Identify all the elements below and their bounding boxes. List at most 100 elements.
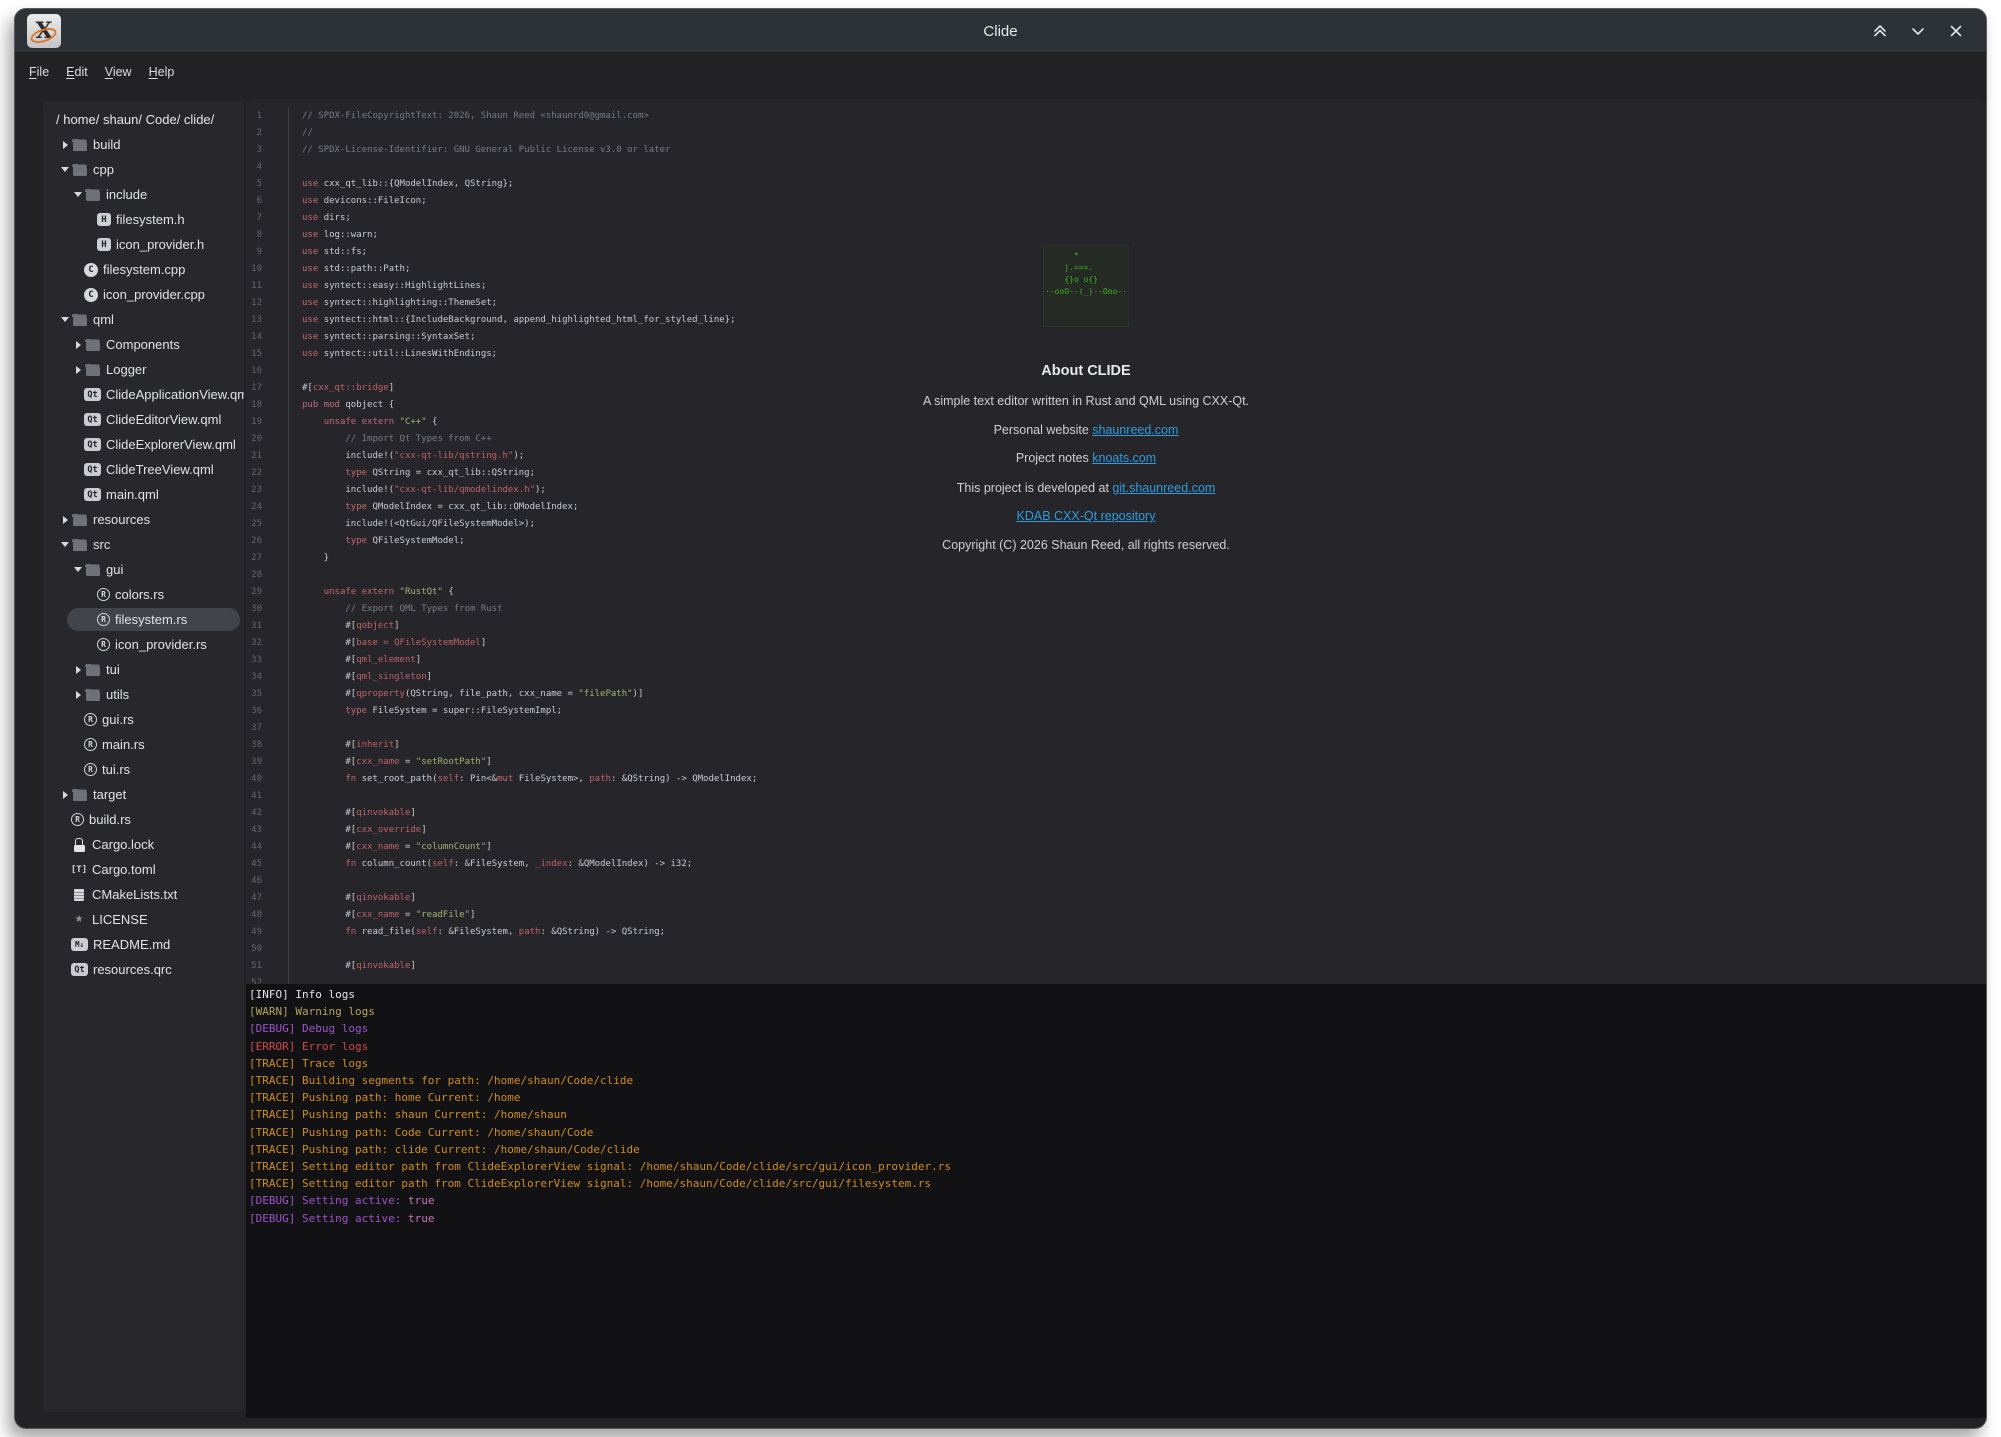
chevron-down-icon[interactable]: [58, 317, 72, 322]
tree-item-tui.rs[interactable]: Rtui.rs: [43, 757, 244, 782]
code-text: use dirs;: [288, 209, 351, 226]
chevron-right-icon[interactable]: [58, 791, 72, 799]
code-text: // Export QML Types from Rust: [288, 600, 503, 617]
code-text: use std::fs;: [288, 243, 367, 260]
line-number: 37: [246, 723, 262, 733]
chevron-double-up-icon[interactable]: [1868, 19, 1892, 43]
tree-item-tui[interactable]: tui: [43, 657, 244, 682]
tree-item-label: filesystem.cpp: [103, 262, 185, 277]
code-line-51: 51 #[qinvokable]: [246, 957, 1986, 974]
code-text: type QString = cxx_qt_lib::QString;: [288, 464, 535, 481]
tree-item-label: filesystem.rs: [115, 612, 187, 627]
code-text: type FileSystem = super::FileSystemImpl;: [288, 702, 562, 719]
tree-item-LICENSE[interactable]: ★LICENSE: [43, 907, 244, 932]
tree-item-build[interactable]: build: [43, 132, 244, 157]
line-number: 8: [246, 230, 262, 240]
line-number: 46: [246, 876, 262, 886]
about-link[interactable]: shaunreed.com: [1092, 423, 1178, 437]
chevron-right-icon[interactable]: [71, 666, 85, 674]
tree-item-src[interactable]: src: [43, 532, 244, 557]
tree-item-qml[interactable]: qml: [43, 307, 244, 332]
folder-icon: [85, 337, 101, 352]
window-controls: [1868, 9, 1968, 53]
menu-item-help[interactable]: Help: [141, 61, 183, 83]
chevron-right-icon[interactable]: [71, 341, 85, 349]
rust-badge-icon: R: [84, 763, 97, 776]
code-line-48: 48 #[cxx_name = "readFile"]: [246, 906, 1986, 923]
chevron-down-icon[interactable]: [1906, 19, 1930, 43]
about-row: Project notes knoats.com: [831, 451, 1341, 465]
code-text: #[cxx_qt::bridge]: [288, 379, 394, 396]
chevron-right-icon[interactable]: [58, 141, 72, 149]
code-text: unsafe extern "RustQt" {: [288, 583, 454, 600]
about-link[interactable]: knoats.com: [1092, 451, 1156, 465]
code-text: use syntect::html::{IncludeBackground, a…: [288, 311, 736, 328]
qt-badge-icon: Qt: [84, 413, 101, 426]
tree-item-Cargo.toml[interactable]: [T]Cargo.toml: [43, 857, 244, 882]
about-link[interactable]: KDAB CXX-Qt repository: [1017, 509, 1156, 523]
menu-item-file[interactable]: File: [21, 61, 57, 83]
tree-item-gui[interactable]: gui: [43, 557, 244, 582]
chevron-right-icon[interactable]: [71, 366, 85, 374]
chevron-down-icon[interactable]: [71, 192, 85, 197]
chevron-down-icon[interactable]: [58, 167, 72, 172]
menu-item-edit[interactable]: Edit: [58, 61, 96, 83]
tree-item-colors.rs[interactable]: Rcolors.rs: [43, 582, 244, 607]
qt-badge-icon: Qt: [84, 463, 101, 476]
line-number: 48: [246, 910, 262, 920]
chevron-right-icon[interactable]: [58, 516, 72, 524]
tree-item-label: tui: [106, 662, 120, 677]
tree-item-resources.qrc[interactable]: Qtresources.qrc: [43, 957, 244, 982]
code-text: unsafe extern "C++" {: [288, 413, 437, 430]
code-text: [288, 787, 302, 804]
code-text: type QModelIndex = cxx_qt_lib::QModelInd…: [288, 498, 578, 515]
log-line: [ERROR] Error logs: [249, 1038, 1986, 1055]
close-icon[interactable]: [1944, 19, 1968, 43]
log-panel[interactable]: [INFO] Info logs[WARN] Warning logs[DEBU…: [246, 984, 1986, 1418]
chevron-right-icon[interactable]: [71, 691, 85, 699]
line-number: 51: [246, 961, 262, 971]
tree-item-filesystem.h[interactable]: Hfilesystem.h: [43, 207, 244, 232]
tree-item-ClideExplorerView.qml[interactable]: QtClideExplorerView.qml: [43, 432, 244, 457]
tree-item-icon_provider.rs[interactable]: Ricon_provider.rs: [43, 632, 244, 657]
tree-item-icon_provider.cpp[interactable]: Cicon_provider.cpp: [43, 282, 244, 307]
line-number: 36: [246, 706, 262, 716]
tree-item-target[interactable]: target: [43, 782, 244, 807]
tree-item-icon_provider.h[interactable]: Hicon_provider.h: [43, 232, 244, 257]
code-text: //: [288, 124, 313, 141]
code-text: fn column_count(self: &FileSystem, _inde…: [288, 855, 692, 872]
tree-item-label: build.rs: [89, 812, 131, 827]
tree-item-ClideEditorView.qml[interactable]: QtClideEditorView.qml: [43, 407, 244, 432]
code-text: #[cxx_override]: [288, 821, 427, 838]
tree-item-Cargo.lock[interactable]: Cargo.lock: [43, 832, 244, 857]
code-line-40: 40 fn set_root_path(self: Pin<&mut FileS…: [246, 770, 1986, 787]
tree-item-Logger[interactable]: Logger: [43, 357, 244, 382]
menu-item-view[interactable]: View: [97, 61, 140, 83]
tree-item-utils[interactable]: utils: [43, 682, 244, 707]
log-line: [TRACE] Pushing path: clide Current: /ho…: [249, 1141, 1986, 1158]
tree-item-main.qml[interactable]: Qtmain.qml: [43, 482, 244, 507]
code-text: include!("cxx-qt-lib/qstring.h");: [288, 447, 524, 464]
tree-item-filesystem.cpp[interactable]: Cfilesystem.cpp: [43, 257, 244, 282]
tree-item-main.rs[interactable]: Rmain.rs: [43, 732, 244, 757]
tree-item-Components[interactable]: Components: [43, 332, 244, 357]
tree-root-path[interactable]: / home/ shaun/ Code/ clide/: [43, 107, 244, 132]
tree-item-include[interactable]: include: [43, 182, 244, 207]
tree-item-resources[interactable]: resources: [43, 507, 244, 532]
tree-item-build.rs[interactable]: Rbuild.rs: [43, 807, 244, 832]
tree-item-ClideApplicationView.qml[interactable]: QtClideApplicationView.qml: [43, 382, 244, 407]
code-line-52: 52: [246, 974, 1986, 984]
tree-item-README.md[interactable]: M↓README.md: [43, 932, 244, 957]
line-number: 12: [246, 298, 262, 308]
chevron-down-icon[interactable]: [71, 567, 85, 572]
tree-item-ClideTreeView.qml[interactable]: QtClideTreeView.qml: [43, 457, 244, 482]
tree-item-gui.rs[interactable]: Rgui.rs: [43, 707, 244, 732]
chevron-down-icon[interactable]: [58, 542, 72, 547]
tree-item-cpp[interactable]: cpp: [43, 157, 244, 182]
file-explorer[interactable]: / home/ shaun/ Code/ clide/ buildcppincl…: [43, 101, 244, 1412]
line-number: 2: [246, 128, 262, 138]
about-link[interactable]: git.shaunreed.com: [1112, 481, 1215, 495]
line-number: 11: [246, 281, 262, 291]
tree-item-CMakeLists.txt[interactable]: CMakeLists.txt: [43, 882, 244, 907]
tree-item-filesystem.rs[interactable]: Rfilesystem.rs: [43, 607, 244, 632]
